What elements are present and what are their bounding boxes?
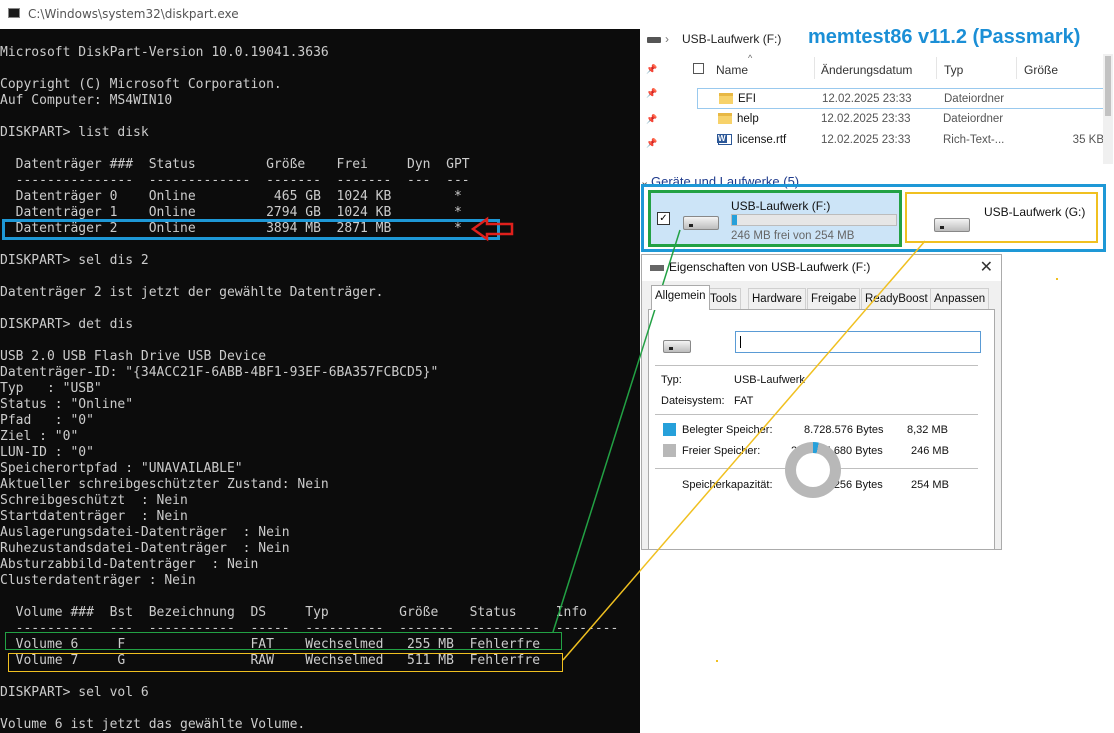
file-date: 12.02.2025 23:33	[821, 134, 911, 146]
file-row[interactable]: EFI 12.02.2025 23:33 Dateiordner	[697, 88, 1107, 109]
overlay-title: memtest86 v11.2 (Passmark)	[808, 26, 1081, 48]
sort-ascending-icon: ^	[748, 53, 753, 63]
capacity-mb: 254 MB	[911, 479, 949, 491]
pin-icon[interactable]: 📌	[646, 89, 657, 98]
dialog-titlebar[interactable]: Eigenschaften von USB-Laufwerk (F:) ✕	[642, 255, 1001, 281]
drive-icon	[650, 265, 664, 271]
tab-allgemein[interactable]: Allgemein	[651, 285, 710, 310]
drive-checkbox[interactable]: ✓	[657, 212, 670, 225]
drive-icon	[647, 37, 661, 43]
file-type: Rich-Text-...	[943, 134, 1005, 146]
tab-tools[interactable]: Tools	[706, 288, 741, 309]
used-space-bytes: 8.728.576 Bytes	[804, 424, 884, 436]
file-list-header: ^ Name Änderungsdatum Typ Größe	[686, 53, 1106, 82]
drive-free-text: 246 MB frei von 254 MB	[731, 230, 855, 242]
file-size: 35 KB	[1072, 134, 1104, 146]
quick-access-pins: 📌 📌 📌 📌	[640, 51, 658, 161]
drive-usage-fill	[732, 215, 738, 225]
usb-drive-icon	[683, 216, 719, 230]
drive-usage-bar	[731, 214, 897, 226]
address-path[interactable]: USB-Laufwerk (F:)	[682, 32, 781, 46]
file-row[interactable]: help 12.02.2025 23:33 Dateiordner	[697, 109, 1107, 130]
yellow-dot	[716, 660, 718, 662]
properties-dialog: Eigenschaften von USB-Laufwerk (F:) ✕ Al…	[641, 254, 1002, 550]
tab-hardware[interactable]: Hardware	[748, 288, 806, 309]
tab-anpassen[interactable]: Anpassen	[930, 288, 990, 309]
usb-drive-icon	[663, 340, 691, 353]
used-space-label: Belegter Speicher:	[682, 424, 773, 436]
red-arrow-icon	[470, 216, 514, 242]
free-space-swatch	[663, 444, 676, 457]
close-icon[interactable]: ✕	[980, 257, 993, 277]
tab-readyboost[interactable]: ReadyBoost	[861, 288, 932, 309]
volume-name-input[interactable]	[735, 331, 981, 353]
usage-donut-chart	[785, 442, 841, 498]
disk-2-highlight	[2, 219, 500, 240]
volume-7-highlight	[8, 653, 563, 672]
select-all-checkbox[interactable]	[693, 63, 704, 74]
file-name: EFI	[738, 93, 756, 105]
column-date[interactable]: Änderungsdatum	[821, 63, 912, 77]
file-type: Dateiordner	[944, 93, 1005, 105]
cmd-window-title: C:\Windows\system32\diskpart.exe	[28, 7, 239, 21]
general-panel: Typ: USB-Laufwerk Dateisystem: FAT Beleg…	[648, 309, 995, 549]
used-space-swatch	[663, 423, 676, 436]
console-area[interactable]: Microsoft DiskPart-Version 10.0.19041.36…	[0, 29, 640, 733]
drive-name: USB-Laufwerk (G:)	[984, 205, 1086, 219]
dialog-title: Eigenschaften von USB-Laufwerk (F:)	[669, 260, 871, 274]
pin-icon[interactable]: 📌	[646, 115, 657, 124]
console-output: Microsoft DiskPart-Version 10.0.19041.36…	[0, 45, 619, 732]
pin-icon[interactable]: 📌	[646, 65, 657, 74]
tab-freigabe[interactable]: Freigabe	[807, 288, 861, 309]
file-name: help	[737, 113, 759, 125]
column-size[interactable]: Größe	[1024, 63, 1058, 77]
cmd-icon	[8, 8, 20, 18]
column-name[interactable]: Name	[716, 63, 748, 77]
volume-6-highlight	[5, 632, 562, 650]
scrollbar-thumb[interactable]	[1105, 56, 1111, 116]
drive-tile-g[interactable]: USB-Laufwerk (G:)	[905, 192, 1098, 243]
usb-drive-icon	[934, 218, 970, 232]
filesystem-label: Dateisystem:	[661, 395, 725, 407]
word-document-icon	[717, 134, 732, 145]
vertical-scrollbar[interactable]	[1103, 54, 1113, 164]
file-date: 12.02.2025 23:33	[822, 93, 912, 105]
file-row[interactable]: license.rtf 12.02.2025 23:33 Rich-Text-.…	[697, 130, 1107, 151]
cmd-titlebar[interactable]: C:\Windows\system32\diskpart.exe	[0, 0, 640, 29]
drive-name: USB-Laufwerk (F:)	[731, 199, 831, 213]
filesystem-value: FAT	[734, 395, 754, 407]
used-space-mb: 8,32 MB	[907, 424, 948, 436]
file-name: license.rtf	[737, 134, 787, 146]
chevron-right-icon: ›	[665, 32, 669, 46]
free-space-label: Freier Speicher:	[682, 445, 761, 457]
type-label: Typ:	[661, 374, 682, 386]
drive-tile-f[interactable]: ✓ USB-Laufwerk (F:) 246 MB frei von 254 …	[648, 190, 902, 247]
file-date: 12.02.2025 23:33	[821, 113, 911, 125]
capacity-label: Speicherkapazität:	[682, 479, 773, 491]
folder-icon	[719, 93, 733, 104]
file-type: Dateiordner	[943, 113, 1004, 125]
type-value: USB-Laufwerk	[734, 374, 805, 386]
folder-icon	[718, 113, 732, 124]
pin-icon[interactable]: 📌	[646, 139, 657, 148]
column-type[interactable]: Typ	[944, 63, 963, 77]
free-space-mb: 246 MB	[911, 445, 949, 457]
